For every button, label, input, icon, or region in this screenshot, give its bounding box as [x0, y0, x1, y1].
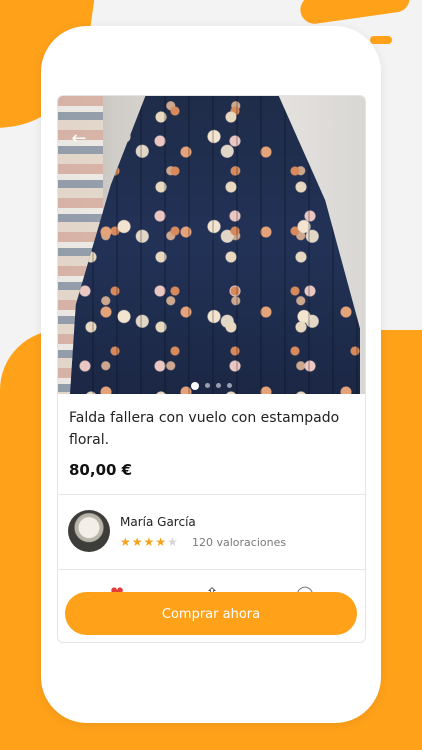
image-pagination	[58, 375, 365, 394]
seller-avatar[interactable]	[68, 510, 110, 552]
back-arrow-icon[interactable]: ←	[68, 128, 90, 150]
seller-rating-stars: ★★★★★	[120, 535, 179, 549]
star-icon: ★	[131, 535, 144, 549]
divider	[58, 569, 365, 570]
product-price: 80,00 €	[69, 461, 133, 479]
divider	[58, 494, 365, 495]
pagination-dot[interactable]	[205, 383, 210, 388]
pagination-dot[interactable]	[227, 383, 232, 388]
product-card: ← Falda fallera con vuelo con estampado …	[57, 95, 366, 643]
pagination-dot-active[interactable]	[191, 381, 199, 390]
decor-blob-top-right-small	[370, 36, 392, 44]
skirt-pleats	[70, 96, 360, 394]
product-photo[interactable]: ←	[58, 96, 365, 394]
star-icon: ★	[155, 535, 168, 549]
star-icon: ★	[143, 535, 156, 549]
seller-name[interactable]: María García	[120, 515, 196, 529]
reviews-count[interactable]: 120 valoraciones	[192, 536, 286, 549]
decor-blob-top-right	[298, 0, 412, 26]
pagination-dot[interactable]	[216, 383, 221, 388]
product-title: Falda fallera con vuelo con estampado fl…	[69, 410, 340, 448]
star-icon: ★	[120, 535, 132, 549]
star-empty-icon: ★	[167, 535, 179, 549]
buy-now-button[interactable]: Comprar ahora	[65, 592, 357, 635]
